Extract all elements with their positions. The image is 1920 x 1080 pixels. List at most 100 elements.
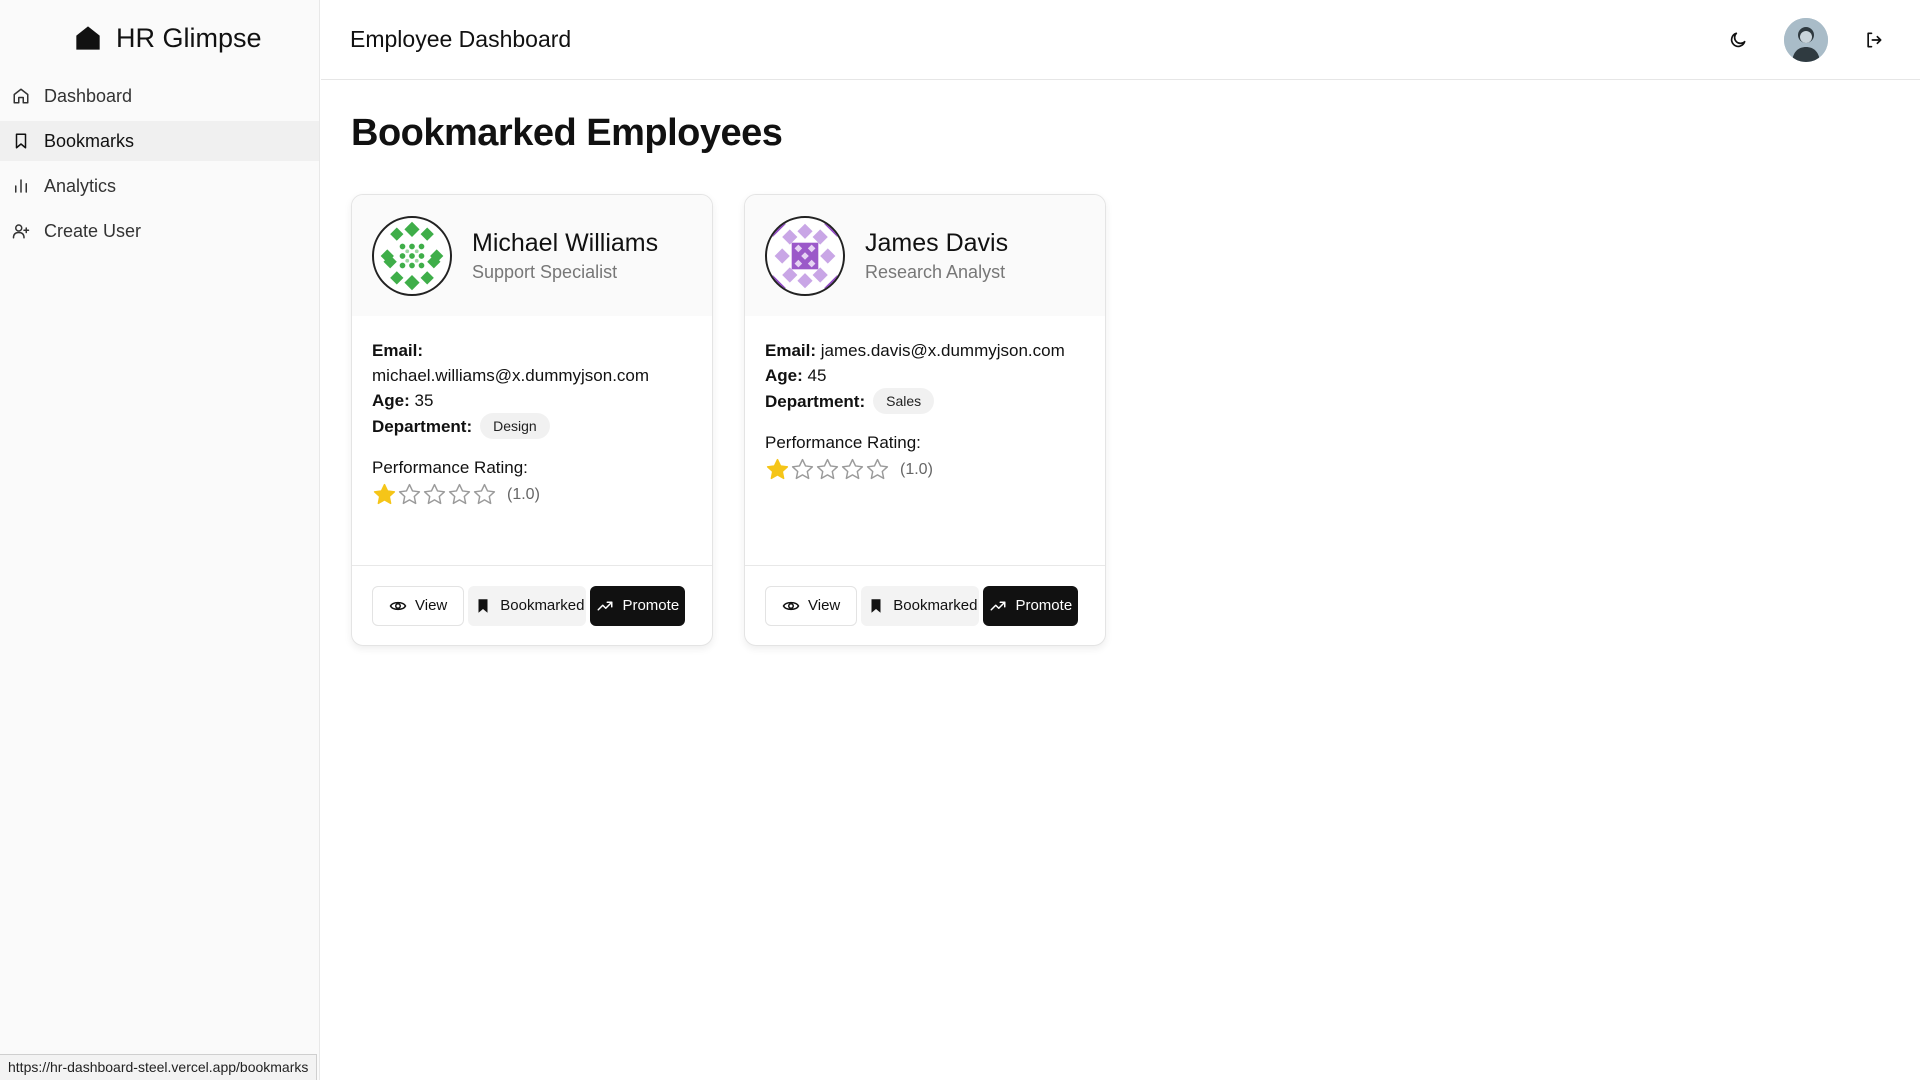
brand[interactable]: HR Glimpse xyxy=(0,0,319,76)
email-row: Email: james.davis@x.dummyjson.com xyxy=(765,338,1085,363)
department-label: Department: xyxy=(372,416,473,436)
star-filled-icon xyxy=(766,458,789,480)
card-body: Email: michael.williams@x.dummyjson.com … xyxy=(352,316,712,507)
department-label: Department: xyxy=(765,391,866,411)
email-value: michael.williams@x.dummyjson.com xyxy=(372,366,650,385)
sidebar: HR Glimpse Dashboard Bookmarks Analytics… xyxy=(0,0,320,1080)
employee-card: Michael Williams Support Specialist Emai… xyxy=(351,194,713,646)
star-empty-icon xyxy=(448,483,471,505)
rating-stars: (1.0) xyxy=(765,457,1085,482)
view-button[interactable]: View xyxy=(372,585,465,626)
age-row: Age: 35 xyxy=(372,388,692,413)
star-empty-icon xyxy=(791,458,814,480)
bookmark-filled-icon xyxy=(871,598,881,613)
star-empty-icon xyxy=(398,483,421,505)
star-empty-icon xyxy=(866,458,889,480)
employee-name: James Davis xyxy=(865,228,1009,257)
promote-button[interactable]: Promote xyxy=(983,585,1079,626)
employee-role: Research Analyst xyxy=(865,261,1006,282)
bookmarked-button[interactable]: Bookmarked xyxy=(468,585,587,626)
age-value: 35 xyxy=(414,391,434,410)
promote-button-label: Promote xyxy=(1015,597,1073,614)
theme-toggle-button[interactable] xyxy=(1726,28,1750,52)
sidebar-item-label: Dashboard xyxy=(44,85,133,106)
bookmarked-button-label: Bookmarked xyxy=(500,597,585,614)
eye-icon xyxy=(389,601,407,610)
age-label: Age: xyxy=(765,366,803,385)
view-button[interactable]: View xyxy=(765,585,858,626)
email-label: Email: xyxy=(765,341,817,360)
sidebar-item-label: Create User xyxy=(44,220,142,241)
sidebar-item-analytics[interactable]: Analytics xyxy=(0,166,319,206)
star-filled-icon xyxy=(373,483,396,505)
employee-avatar xyxy=(765,215,845,296)
bookmarked-button[interactable]: Bookmarked xyxy=(861,585,980,626)
star-empty-icon xyxy=(473,483,496,505)
employee-role: Support Specialist xyxy=(472,261,618,282)
logout-icon xyxy=(1867,32,1882,48)
employee-name: Michael Williams xyxy=(472,228,659,257)
status-bar-url: https://hr-dashboard-steel.vercel.app/bo… xyxy=(0,1054,318,1080)
employee-heading: James Davis Research Analyst xyxy=(865,229,1008,283)
sidebar-item-label: Analytics xyxy=(44,175,117,196)
employee-card: James Davis Research Analyst Email: jame… xyxy=(744,194,1106,646)
age-row: Age: 45 xyxy=(765,363,1085,388)
star-empty-icon xyxy=(841,458,864,480)
promote-button[interactable]: Promote xyxy=(590,585,686,626)
bar-chart-icon xyxy=(15,179,27,193)
star-empty-icon xyxy=(423,483,446,505)
department-row: Department: Sales xyxy=(765,388,1085,414)
identicon-icon xyxy=(380,221,444,290)
star-empty-icon xyxy=(816,458,839,480)
page-title: Bookmarked Employees xyxy=(351,112,783,154)
main-content: Bookmarked Employees Michael Williams Su… xyxy=(351,112,1106,646)
trending-up-icon xyxy=(597,601,613,610)
bookmarked-button-label: Bookmarked xyxy=(893,597,978,614)
card-header: Michael Williams Support Specialist xyxy=(352,195,712,316)
email-row: Email: xyxy=(372,338,692,363)
home-filled-icon xyxy=(76,26,100,50)
home-icon xyxy=(13,88,29,104)
sidebar-item-create-user[interactable]: Create User xyxy=(0,211,319,251)
email-label: Email: xyxy=(372,341,424,360)
user-plus-icon xyxy=(12,224,30,239)
rating-value: (1.0) xyxy=(507,486,540,503)
identicon-icon xyxy=(772,223,838,288)
bookmark-filled-icon xyxy=(478,598,488,613)
sidebar-item-bookmarks[interactable]: Bookmarks xyxy=(0,121,319,161)
card-actions: View Bookmarked Promote xyxy=(745,565,1105,645)
header-actions xyxy=(1726,18,1886,62)
department-row: Department: Design xyxy=(372,413,692,439)
app-name: HR Glimpse xyxy=(116,22,262,53)
performance-label: Performance Rating: xyxy=(765,433,921,452)
employee-cards: Michael Williams Support Specialist Emai… xyxy=(351,194,1106,646)
sidebar-item-label: Bookmarks xyxy=(44,130,135,151)
header: Employee Dashboard xyxy=(321,0,1920,80)
employee-avatar xyxy=(372,215,452,296)
performance-label: Performance Rating: xyxy=(372,458,528,477)
card-header: James Davis Research Analyst xyxy=(745,195,1105,316)
moon-icon xyxy=(1730,32,1746,48)
department-badge: Design xyxy=(480,413,550,439)
eye-icon xyxy=(782,601,800,610)
employee-heading: Michael Williams Support Specialist xyxy=(472,229,658,283)
card-body: Email: james.davis@x.dummyjson.com Age: … xyxy=(745,316,1105,482)
age-value: 45 xyxy=(807,366,827,385)
view-button-label: View xyxy=(415,597,448,614)
logout-button[interactable] xyxy=(1862,28,1886,52)
trending-up-icon xyxy=(990,601,1006,610)
rating-value: (1.0) xyxy=(900,461,933,478)
sidebar-item-dashboard[interactable]: Dashboard xyxy=(0,76,319,116)
card-actions: View Bookmarked Promote xyxy=(352,565,712,645)
rating-stars: (1.0) xyxy=(372,482,692,507)
bookmark-icon xyxy=(15,133,27,149)
promote-button-label: Promote xyxy=(622,597,680,614)
age-label: Age: xyxy=(372,391,410,410)
sidebar-nav: Dashboard Bookmarks Analytics Create Use… xyxy=(0,76,319,251)
email-value: james.davis@x.dummyjson.com xyxy=(820,341,1065,360)
department-badge: Sales xyxy=(873,388,935,414)
view-button-label: View xyxy=(808,597,841,614)
user-avatar[interactable] xyxy=(1784,18,1828,62)
user-avatar-icon xyxy=(1784,18,1828,62)
header-title: Employee Dashboard xyxy=(350,26,572,52)
